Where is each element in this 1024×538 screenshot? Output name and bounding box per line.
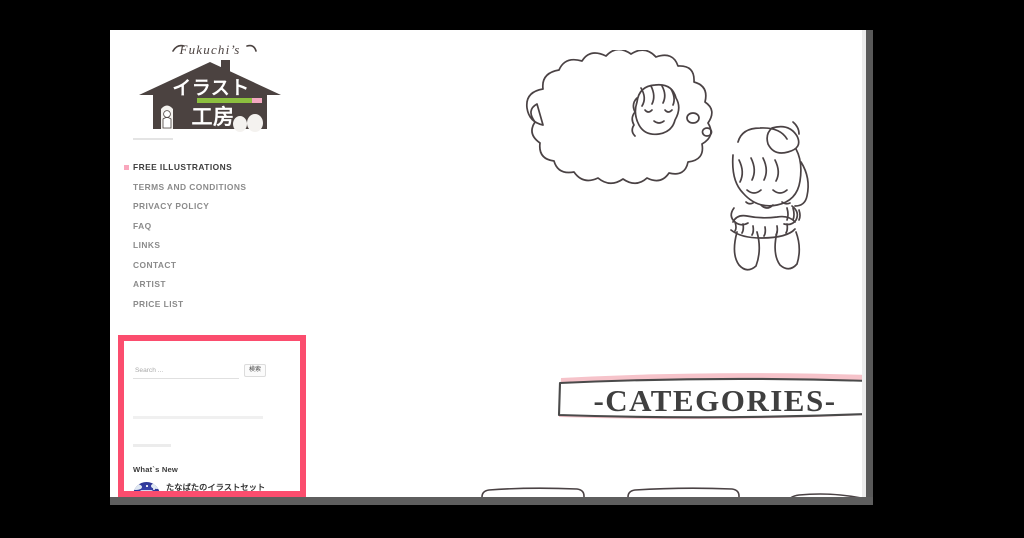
site-logo-icon: Fukuchi’s イラスト 工房 xyxy=(139,42,281,132)
logo-kanji: 工房 xyxy=(192,105,235,129)
categories-banner-icon: -CATEGORIES- xyxy=(557,373,866,420)
primary-nav: FREE ILLUSTRATIONS TERMS AND CONDITIONS … xyxy=(110,158,315,314)
hero-illustration xyxy=(485,50,815,280)
sidebar-item-contact[interactable]: CONTACT xyxy=(110,256,315,276)
sidebar-item-price-list[interactable]: PRICE LIST xyxy=(110,295,315,315)
whats-new-item-title: たなばたのイラストセット xyxy=(166,483,266,492)
whats-new-list-item[interactable]: たなばたのイラストセット xyxy=(133,482,298,497)
site-logo[interactable]: Fukuchi’s イラスト 工房 xyxy=(135,38,285,133)
nav-label: FREE ILLUSTRATIONS xyxy=(133,162,233,172)
nav-label: PRIVACY POLICY xyxy=(133,201,210,211)
current-page-marker-icon xyxy=(124,165,129,170)
screen-root: Fukuchi’s イラスト 工房 FREE ILLUSTRATIONS TER… xyxy=(0,0,1024,538)
tanabata-thumbnail xyxy=(133,482,160,497)
nav-label: TERMS AND CONDITIONS xyxy=(133,181,247,192)
sidebar-divider-top xyxy=(133,138,173,140)
nav-label: LINKS xyxy=(133,240,161,250)
sidebar-item-privacy-policy[interactable]: PRIVACY POLICY xyxy=(110,197,315,217)
category-card-1 xyxy=(481,487,585,497)
logo-katakana: イラスト xyxy=(172,77,250,99)
search-widget: 検索 xyxy=(133,364,283,379)
hero-illustration-icon xyxy=(525,50,809,271)
sidebar-item-free-illustrations[interactable]: FREE ILLUSTRATIONS xyxy=(110,158,315,178)
nav-label: FAQ xyxy=(133,220,152,231)
category-card-row xyxy=(460,485,866,497)
category-card-2 xyxy=(627,487,740,497)
sidebar-item-terms-and-conditions[interactable]: TERMS AND CONDITIONS xyxy=(110,178,315,198)
sidebar-item-links[interactable]: LINKS xyxy=(110,236,315,256)
nav-label: ARTIST xyxy=(133,279,166,289)
sidebar: Fukuchi’s イラスト 工房 FREE ILLUSTRATIONS TER… xyxy=(110,30,315,497)
widget-divider-1 xyxy=(133,416,263,419)
horizontal-scrollbar[interactable] xyxy=(110,497,873,505)
widget-divider-2 xyxy=(133,444,171,447)
search-submit-button[interactable]: 検索 xyxy=(244,364,267,377)
browser-page: Fukuchi’s イラスト 工房 FREE ILLUSTRATIONS TER… xyxy=(110,30,866,497)
nav-label: CONTACT xyxy=(133,259,177,270)
search-input[interactable] xyxy=(133,364,239,379)
logo-script-text: Fukuchi’s xyxy=(178,42,240,57)
vertical-scrollbar-thumb[interactable] xyxy=(866,30,873,497)
category-cards-icon xyxy=(481,487,860,497)
sidebar-item-artist[interactable]: ARTIST xyxy=(110,275,315,295)
sidebar-item-faq[interactable]: FAQ xyxy=(110,217,315,237)
categories-banner: -CATEGORIES- xyxy=(555,360,866,420)
categories-banner-label: -CATEGORIES- xyxy=(593,383,836,418)
whats-new-heading: What`s New xyxy=(133,465,179,474)
main-content: -CATEGORIES- xyxy=(315,30,866,497)
nav-label: PRICE LIST xyxy=(133,298,184,309)
